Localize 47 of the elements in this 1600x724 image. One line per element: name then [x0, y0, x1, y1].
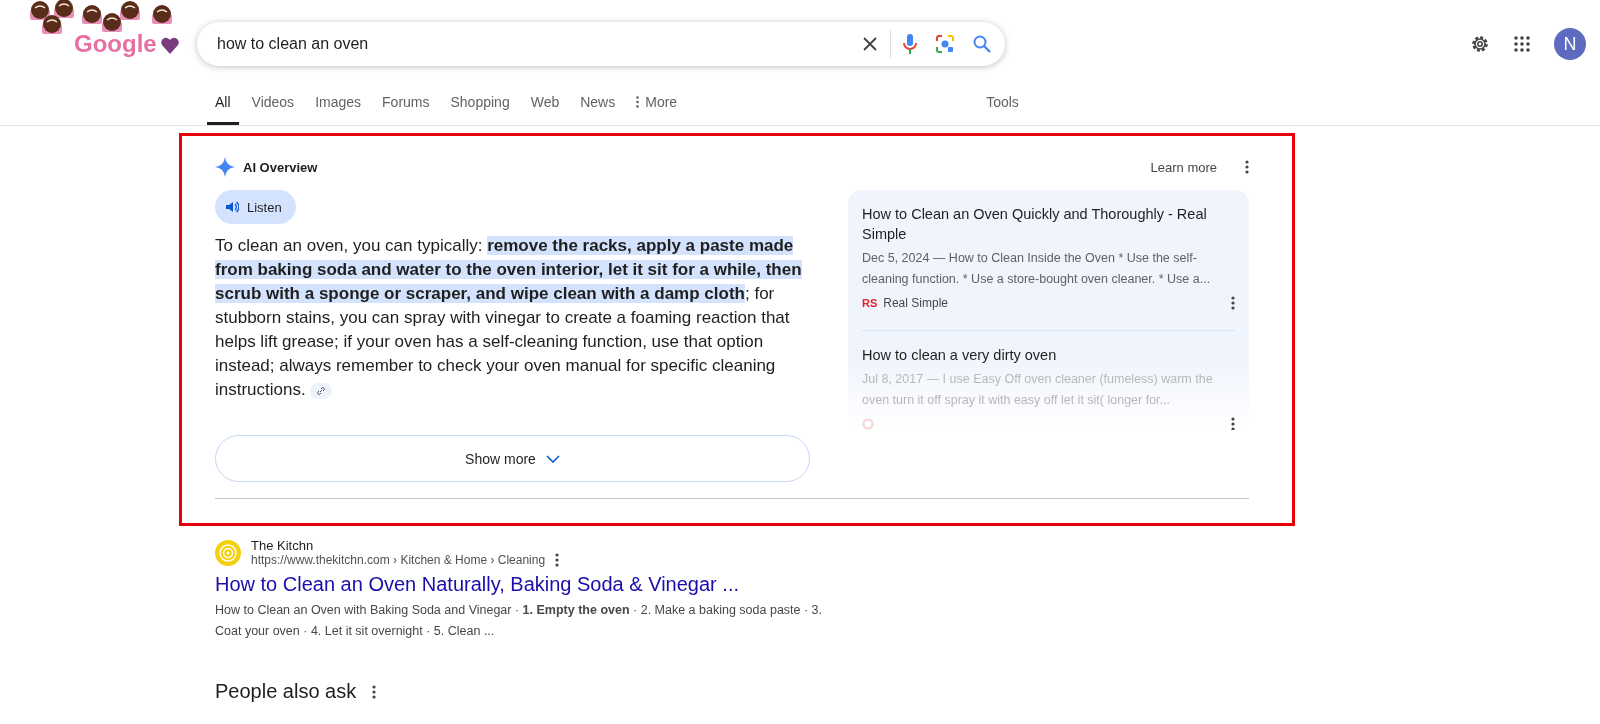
source-title[interactable]: How to clean a very dirty oven [862, 345, 1235, 365]
camera-icon[interactable] [935, 34, 955, 54]
sparkle-icon [215, 157, 235, 177]
more-options-icon[interactable] [555, 553, 560, 567]
heart-icon [160, 36, 180, 56]
link-icon [315, 385, 326, 396]
search-tab[interactable]: Forums [374, 94, 438, 125]
more-options-icon[interactable] [1231, 296, 1235, 310]
result-url: https://www.thekitchn.com › Kitchen & Home › Cleaning [251, 553, 546, 567]
more-options-icon[interactable] [1245, 160, 1249, 174]
search-tab[interactable]: All [207, 94, 239, 125]
site-logo: RS [862, 297, 878, 309]
search-icon[interactable] [973, 35, 991, 53]
microphone-icon[interactable] [903, 33, 917, 55]
show-more-button[interactable]: Show more [215, 435, 810, 482]
source-snippet: Dec 5, 2024 — How to Clean Inside the Oven * Use the self-cleaning function. * Use a store-bought oven cleaner. * Use a... [862, 250, 1212, 288]
search-tab[interactable]: Images [307, 94, 370, 125]
chevron-down-icon [545, 454, 560, 463]
apps-grid-icon[interactable] [1514, 36, 1530, 52]
section-title: People also ask [215, 680, 357, 703]
overview-paragraph: To clean an oven, you can typically: remove the racks, apply a paste made from baking soda and water to the oven interior, let it sit for a while, then scrub with a sponge or scraper, and wipe clean with a damp cloth; for stubborn stains, you can spray with vinegar to create a foaming reaction that helps lift grease; if your oven has a self-cleaning function, use that option instead; always remember to check your oven manual for specific cleaning instructions. [215, 235, 803, 401]
listen-button[interactable]: Listen [215, 190, 296, 224]
site-name: The Kitchn [251, 538, 315, 553]
result-title-link[interactable]: How to Clean an Oven Naturally, Baking Soda & Vinegar ... [215, 573, 835, 596]
source-snippet: Jul 8, 2017 — I use Easy Off oven cleaner (fumeless) warm the oven turn it off spray it with easy off let it sit( longer for... [862, 371, 1214, 409]
search-field[interactable]: how to clean an oven [197, 22, 1005, 66]
tools-tab[interactable]: Tools [986, 94, 1019, 125]
search-tab[interactable]: Videos [243, 94, 303, 125]
link-chip[interactable] [309, 382, 332, 399]
speaker-icon [225, 200, 239, 214]
source-title[interactable]: How to Clean an Oven Quickly and Thoroughly - Real Simple [862, 204, 1235, 244]
source-site: Real Simple [883, 296, 948, 310]
result-snippet: How to Clean an Oven with Baking Soda and Vinegar · 1. Empty the oven · 2. Make a baking soda paste · 3. Coat your oven · 4. Let it sit overnight · 5. Clean ... [215, 602, 824, 640]
search-tab[interactable]: News [572, 94, 624, 125]
more-vertical-icon [636, 96, 640, 108]
account-avatar[interactable]: N [1554, 28, 1586, 60]
search-tab[interactable]: Shopping [442, 94, 518, 125]
more-options-icon[interactable] [1231, 417, 1235, 430]
close-icon[interactable] [862, 36, 878, 52]
ring-icon [862, 418, 874, 430]
settings-icon[interactable] [1470, 34, 1490, 54]
more-options-icon[interactable] [372, 684, 377, 699]
search-tab[interactable]: More [628, 94, 686, 125]
section-title: AI Overview [243, 159, 318, 175]
learn-more-link[interactable]: Learn more [1150, 159, 1217, 175]
spiral-icon [215, 539, 241, 566]
search-tab[interactable]: Web [522, 94, 568, 125]
